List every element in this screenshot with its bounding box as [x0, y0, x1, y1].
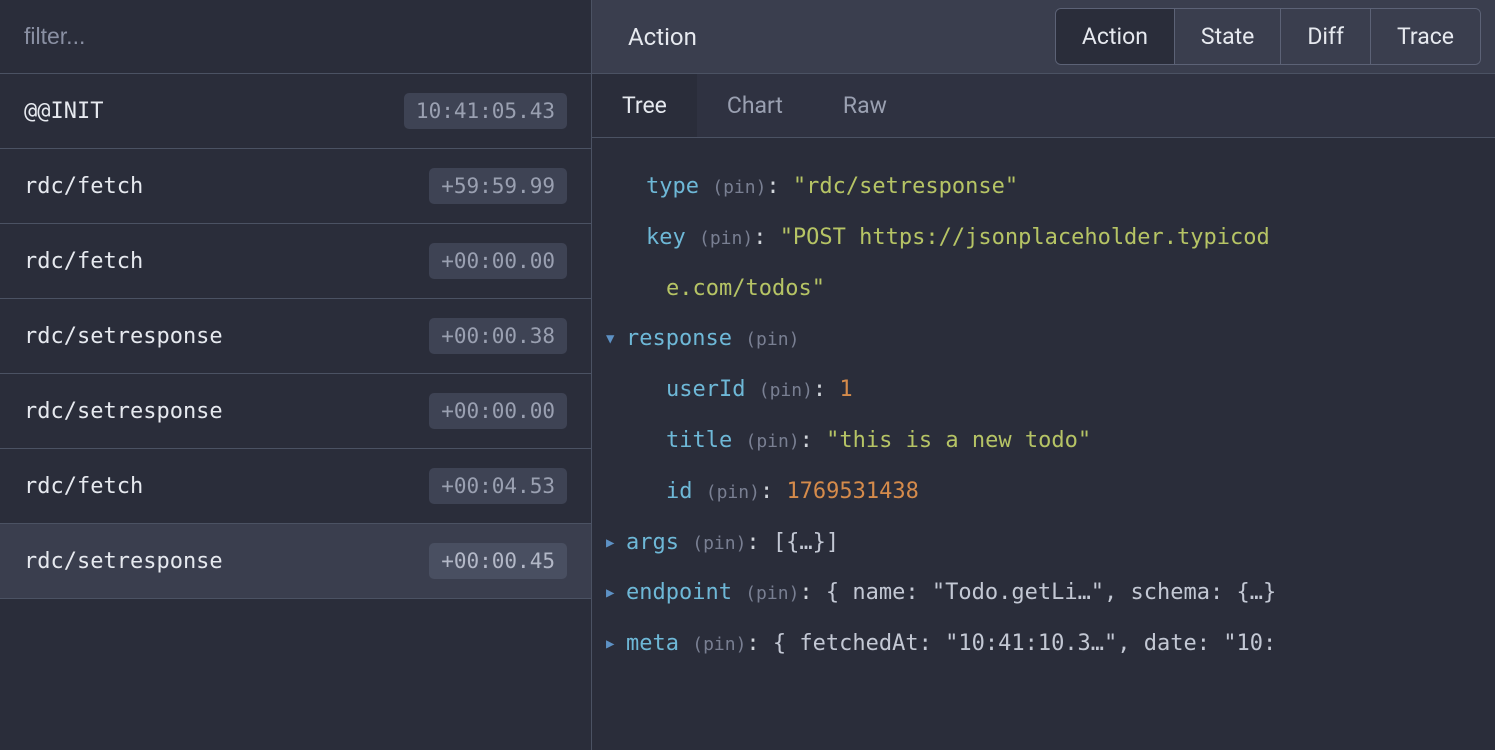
collapse-arrow-icon[interactable]: ▼: [606, 330, 626, 350]
pin-label[interactable]: (pin): [712, 175, 766, 200]
tree-row-args[interactable]: ▶ args (pin) : [{…}]: [606, 518, 1481, 569]
tree-key: response: [626, 324, 732, 355]
action-time-badge: +00:04.53: [429, 468, 567, 504]
tree-value-string: "rdc/setresponse": [793, 172, 1018, 203]
inspector-tab-trace[interactable]: Trace: [1371, 9, 1480, 64]
pin-label[interactable]: (pin): [745, 429, 799, 454]
inspector-title: Action: [628, 23, 697, 51]
action-name: rdc/fetch: [24, 174, 143, 199]
pin-label[interactable]: (pin): [745, 581, 799, 606]
expand-arrow-icon[interactable]: ▶: [606, 635, 626, 655]
tree-view: ▶ type (pin) : "rdc/setresponse" ▶ key (…: [592, 138, 1495, 694]
tree-key: userId: [666, 375, 745, 406]
action-time-badge: +00:00.00: [429, 393, 567, 429]
action-time-badge: +59:59.99: [429, 168, 567, 204]
action-name: rdc/fetch: [24, 474, 143, 499]
colon: :: [746, 528, 773, 559]
pin-label[interactable]: (pin): [699, 226, 753, 251]
tree-key: title: [666, 426, 732, 457]
action-time-badge: +00:00.45: [429, 543, 567, 579]
action-name: rdc/fetch: [24, 249, 143, 274]
action-name: rdc/setresponse: [24, 324, 223, 349]
colon: :: [766, 172, 793, 203]
tree-value-string: "this is a new todo": [826, 426, 1091, 457]
pin-label[interactable]: (pin): [692, 632, 746, 657]
action-time-badge: +00:00.38: [429, 318, 567, 354]
tree-row-meta[interactable]: ▶ meta (pin) : { fetchedAt: "10:41:10.3……: [606, 619, 1481, 670]
inspector-top-bar: Action ActionStateDiffTrace: [592, 0, 1495, 74]
colon: :: [753, 223, 780, 254]
filter-input[interactable]: [0, 0, 591, 74]
tree-value-number: 1: [839, 375, 852, 406]
tree-value-number: 1769531438: [786, 477, 918, 508]
action-name: rdc/setresponse: [24, 549, 223, 574]
tree-value-string: e.com/todos": [666, 274, 825, 305]
action-row[interactable]: rdc/setresponse +00:00.38: [0, 299, 591, 374]
tree-row-key[interactable]: ▶ key (pin) : "POST https://jsonplacehol…: [606, 213, 1481, 264]
tree-row-userid[interactable]: userId (pin) : 1: [606, 365, 1481, 416]
tree-key: meta: [626, 629, 679, 660]
arrow-spacer: ▶: [626, 229, 646, 249]
expand-arrow-icon[interactable]: ▶: [606, 584, 626, 604]
tree-row-type[interactable]: ▶ type (pin) : "rdc/setresponse": [606, 162, 1481, 213]
tree-preview: { name: "Todo.getLi…", schema: {…}: [826, 578, 1276, 609]
tree-row-response[interactable]: ▼ response (pin): [606, 314, 1481, 365]
colon: :: [760, 477, 787, 508]
tree-preview: [{…}]: [773, 528, 839, 559]
tree-key: key: [646, 223, 686, 254]
tree-key: endpoint: [626, 578, 732, 609]
inspector-tab-diff[interactable]: Diff: [1281, 9, 1371, 64]
action-row[interactable]: rdc/setresponse +00:00.45: [0, 524, 591, 599]
pin-label[interactable]: (pin): [745, 327, 799, 352]
tree-key: type: [646, 172, 699, 203]
pin-label[interactable]: (pin): [706, 480, 760, 505]
tree-row-id[interactable]: id (pin) : 1769531438: [606, 467, 1481, 518]
inspector-panel: Action ActionStateDiffTrace TreeChartRaw…: [592, 0, 1495, 750]
action-list: @@INIT10:41:05.43rdc/fetch+59:59.99rdc/f…: [0, 74, 591, 599]
colon: :: [799, 578, 826, 609]
expand-arrow-icon[interactable]: ▶: [606, 534, 626, 554]
action-row[interactable]: rdc/setresponse +00:00.00: [0, 374, 591, 449]
action-row[interactable]: rdc/fetch +59:59.99: [0, 149, 591, 224]
view-tabs: TreeChartRaw: [592, 74, 1495, 138]
view-tab-tree[interactable]: Tree: [592, 74, 697, 137]
inspector-tabs: ActionStateDiffTrace: [1055, 8, 1481, 65]
inspector-tab-state[interactable]: State: [1175, 9, 1281, 64]
tree-value-string: "POST https://jsonplaceholder.typicod: [780, 223, 1270, 254]
view-tab-chart[interactable]: Chart: [697, 74, 813, 137]
colon: :: [746, 629, 773, 660]
colon: :: [800, 426, 827, 457]
action-name: rdc/setresponse: [24, 399, 223, 424]
action-time-badge: 10:41:05.43: [404, 93, 567, 129]
tree-row-endpoint[interactable]: ▶ endpoint (pin) : { name: "Todo.getLi…"…: [606, 568, 1481, 619]
action-name: @@INIT: [24, 99, 103, 124]
colon: :: [813, 375, 840, 406]
inspector-tab-action[interactable]: Action: [1056, 9, 1175, 64]
action-time-badge: +00:00.00: [429, 243, 567, 279]
arrow-spacer: ▶: [626, 178, 646, 198]
pin-label[interactable]: (pin): [692, 531, 746, 556]
tree-key: args: [626, 528, 679, 559]
tree-row-title[interactable]: title (pin) : "this is a new todo": [606, 416, 1481, 467]
action-row[interactable]: rdc/fetch +00:04.53: [0, 449, 591, 524]
tree-row-key-wrap: e.com/todos": [606, 264, 1481, 315]
tree-key: id: [666, 477, 693, 508]
action-list-panel: @@INIT10:41:05.43rdc/fetch+59:59.99rdc/f…: [0, 0, 592, 750]
view-tab-raw[interactable]: Raw: [813, 74, 917, 137]
pin-label[interactable]: (pin): [759, 378, 813, 403]
action-row[interactable]: @@INIT 10:41:05.43: [0, 74, 591, 149]
tree-preview: { fetchedAt: "10:41:10.3…", date: "10:: [773, 629, 1276, 660]
action-row[interactable]: rdc/fetch +00:00.00: [0, 224, 591, 299]
